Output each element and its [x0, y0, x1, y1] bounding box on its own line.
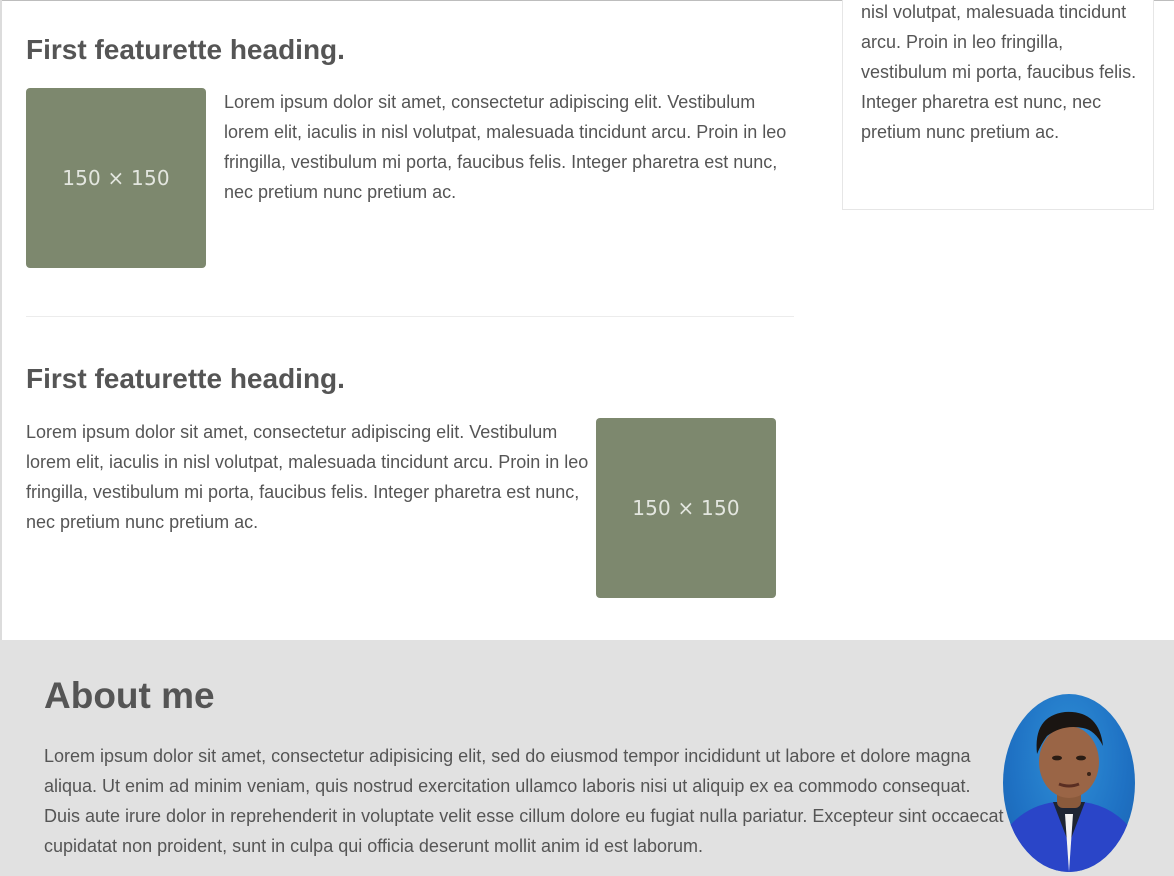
sidebar-card-text: Vestibulum lorem elit, iaculis in nisl v… — [861, 2, 1137, 142]
left-border — [0, 0, 2, 640]
placeholder-image-label: 150 × 150 — [632, 496, 740, 520]
featurette-text: Lorem ipsum dolor sit amet, consectetur … — [224, 92, 787, 202]
featurette-heading: First featurette heading. — [26, 363, 345, 394]
featurette-heading: First featurette heading. — [26, 34, 345, 65]
placeholder-image: 150 × 150 — [596, 418, 776, 598]
featurette-divider — [26, 316, 794, 317]
sidebar-card: Vestibulum lorem elit, iaculis in nisl v… — [842, 0, 1154, 210]
about-title: About me — [44, 675, 215, 716]
placeholder-image: 150 × 150 — [26, 88, 206, 268]
about-text: Lorem ipsum dolor sit amet, consectetur … — [44, 746, 1004, 856]
featurette-text: Lorem ipsum dolor sit amet, consectetur … — [26, 422, 589, 532]
placeholder-image-label: 150 × 150 — [62, 166, 170, 190]
about-section: About me Lorem ipsum dolor sit amet, con… — [0, 640, 1174, 876]
avatar — [1003, 694, 1135, 872]
avatar-photo — [1003, 711, 1135, 872]
